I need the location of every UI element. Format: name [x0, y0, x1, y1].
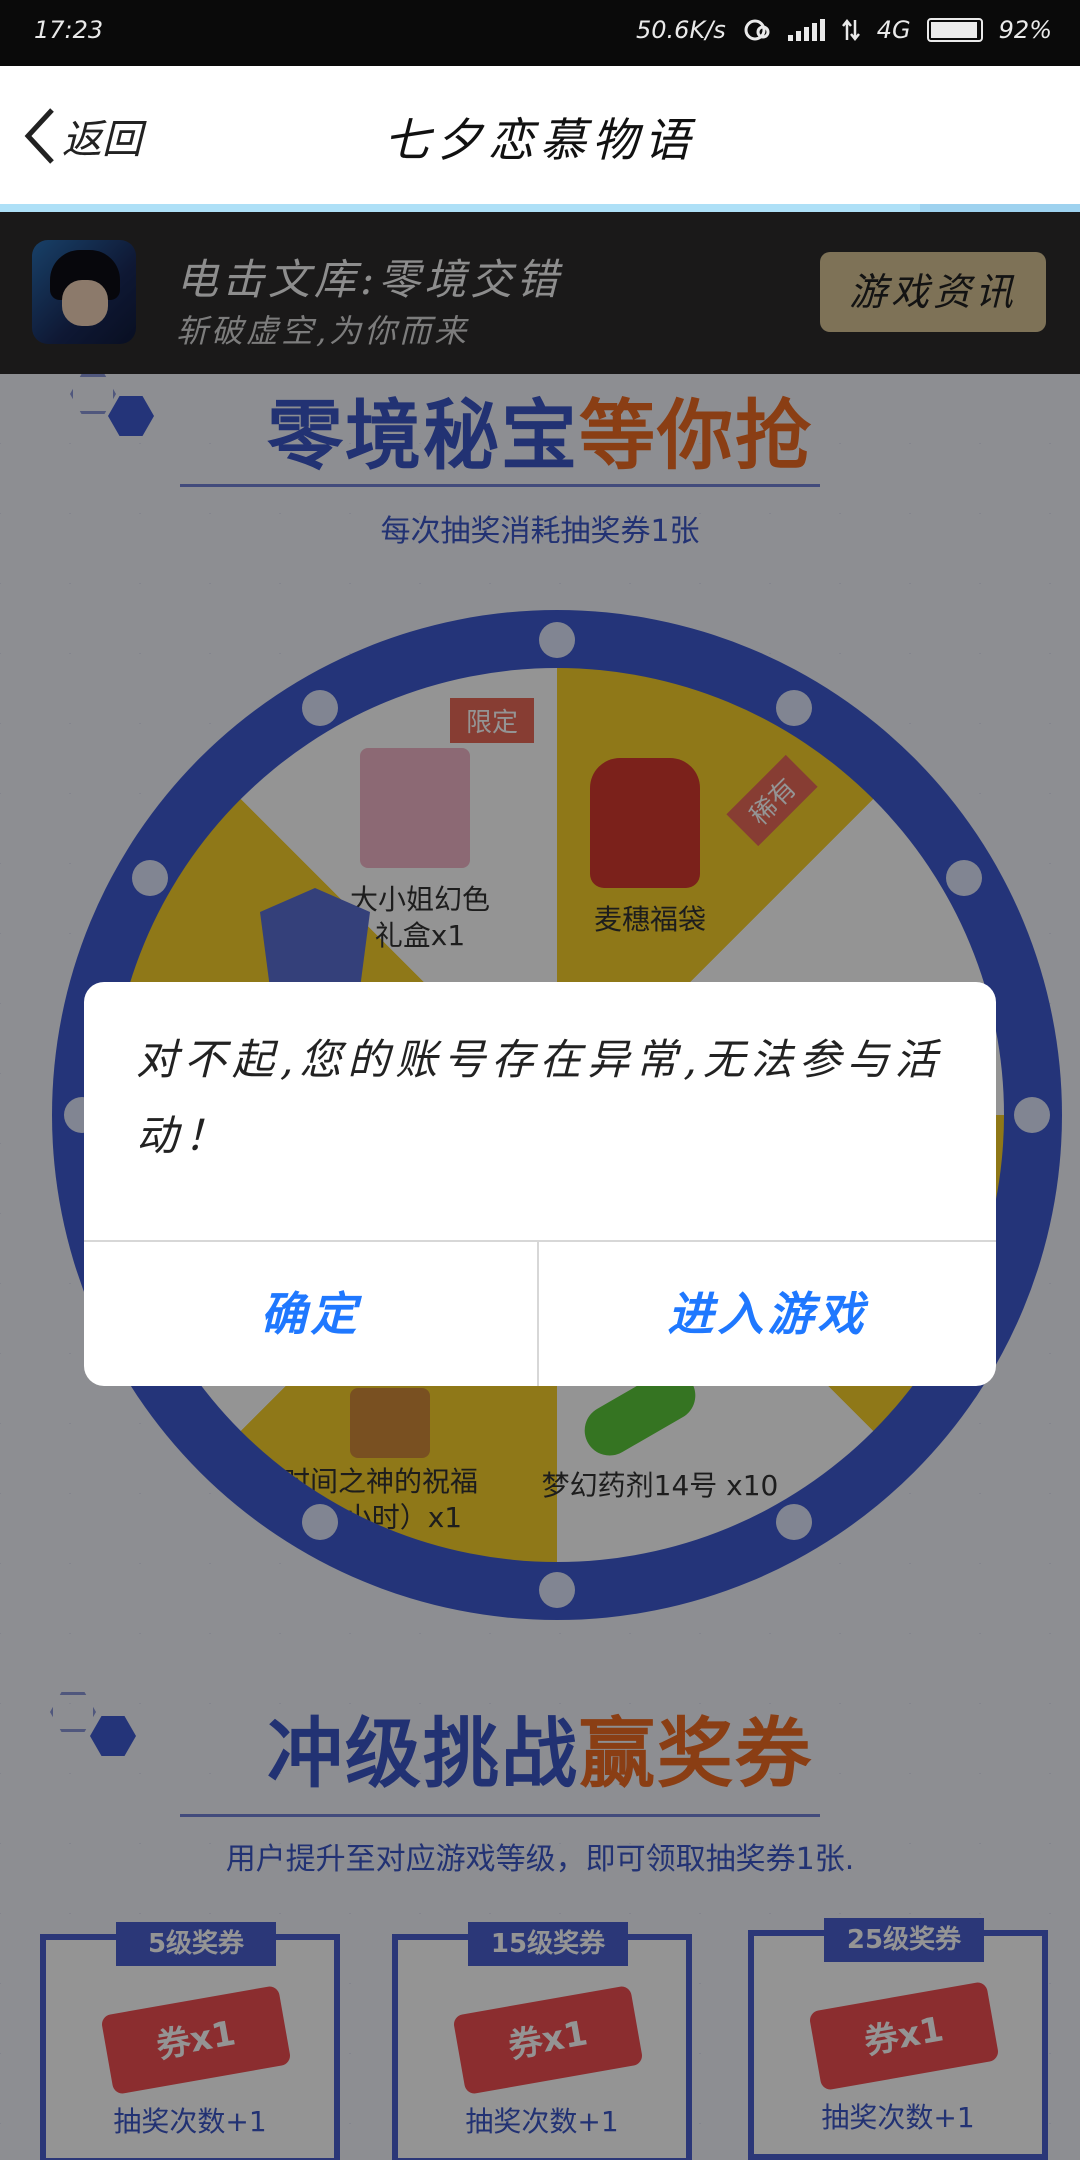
- dialog-message: 对不起,您的账号存在异常,无法参与活动！: [136, 1035, 943, 1160]
- sync-icon: [744, 19, 770, 41]
- confirm-button[interactable]: 确定: [84, 1242, 537, 1386]
- data-transfer-icon: [841, 18, 860, 42]
- network-type: 4G: [876, 16, 911, 44]
- enter-game-button[interactable]: 进入游戏: [539, 1242, 996, 1386]
- net-speed: 50.6K/s: [636, 16, 726, 44]
- page-title: 七夕恋慕物语: [384, 113, 696, 167]
- alert-dialog: 对不起,您的账号存在异常,无法参与活动！ 确定 进入游戏: [84, 982, 996, 1386]
- page-load-progress: [0, 204, 1080, 212]
- battery-icon: [926, 18, 983, 42]
- nav-bar: 返回 七夕恋慕物语: [0, 66, 1080, 208]
- status-bar: 17:23 50.6K/s 4G 92%: [0, 0, 1080, 66]
- battery-level: 92%: [998, 16, 1052, 44]
- signal-icon: [787, 19, 825, 41]
- status-time: 17:23: [34, 16, 104, 44]
- status-right: 50.6K/s 4G 92%: [636, 16, 1052, 44]
